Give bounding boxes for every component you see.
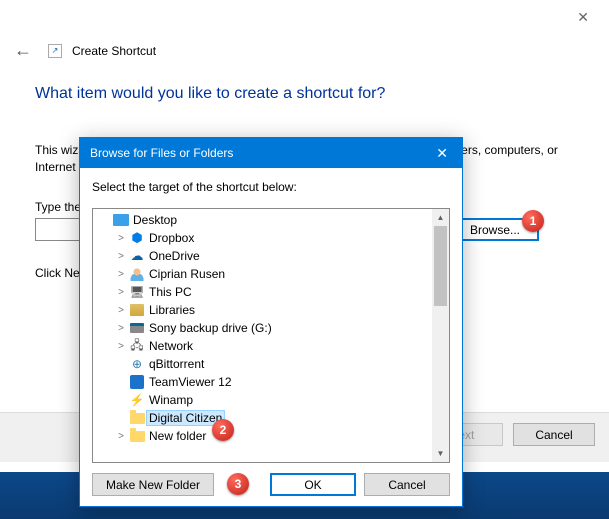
tree-item-label: This PC: [149, 285, 192, 299]
chevron-right-icon[interactable]: >: [115, 251, 127, 262]
tree-item-label: Libraries: [149, 303, 195, 317]
tree-item[interactable]: Desktop: [93, 211, 432, 229]
chevron-right-icon[interactable]: >: [115, 305, 127, 316]
close-icon[interactable]: ✕: [567, 5, 599, 30]
dialog-close-icon[interactable]: ✕: [428, 143, 456, 164]
tree-item-label: Dropbox: [149, 231, 194, 245]
dialog-cancel-button[interactable]: Cancel: [364, 473, 450, 496]
shortcut-icon: ↗: [48, 44, 62, 58]
scroll-up-icon[interactable]: ▲: [432, 209, 449, 226]
tree-item-label: Ciprian Rusen: [149, 267, 225, 281]
tree-item[interactable]: ⚡Winamp: [93, 391, 432, 409]
make-new-folder-button[interactable]: Make New Folder: [92, 473, 214, 496]
tree-item-label: Sony backup drive (G:): [149, 321, 272, 335]
back-arrow-icon[interactable]: ←: [8, 38, 38, 63]
tree-item[interactable]: >⬢Dropbox: [93, 229, 432, 247]
tree-item[interactable]: Digital Citizen: [93, 409, 432, 427]
tree-item-label: New folder: [149, 429, 206, 443]
chevron-right-icon[interactable]: >: [115, 341, 127, 352]
folder-tree[interactable]: Desktop>⬢Dropbox>☁OneDrive>Ciprian Rusen…: [92, 208, 450, 463]
tree-item-label: qBittorrent: [149, 357, 204, 371]
scroll-thumb[interactable]: [434, 226, 447, 306]
tree-item[interactable]: > Ciprian Rusen: [93, 265, 432, 283]
chevron-right-icon[interactable]: >: [115, 233, 127, 244]
scrollbar[interactable]: ▲ ▼: [432, 209, 449, 462]
chevron-right-icon[interactable]: >: [115, 323, 127, 334]
tree-item-label: Network: [149, 339, 193, 353]
wizard-heading: What item would you like to create a sho…: [35, 85, 385, 103]
tree-item-label: Desktop: [133, 213, 177, 227]
tree-item-label: Winamp: [149, 393, 193, 407]
tree-item[interactable]: > Sony backup drive (G:): [93, 319, 432, 337]
tree-item-label: TeamViewer 12: [149, 375, 232, 389]
annotation-3: 3: [227, 473, 249, 495]
ok-button[interactable]: OK: [270, 473, 356, 496]
tree-item[interactable]: ⊕qBittorrent: [93, 355, 432, 373]
chevron-right-icon[interactable]: >: [115, 431, 127, 442]
dialog-instruction: Select the target of the shortcut below:: [92, 180, 450, 194]
tree-item[interactable]: TeamViewer 12: [93, 373, 432, 391]
wizard-title: Create Shortcut: [72, 44, 156, 58]
tree-item[interactable]: > New folder: [93, 427, 432, 445]
tree-item[interactable]: > Libraries: [93, 301, 432, 319]
dialog-title: Browse for Files or Folders: [90, 146, 233, 160]
tree-item[interactable]: >☁OneDrive: [93, 247, 432, 265]
tree-item[interactable]: >🖥This PC: [93, 283, 432, 301]
tree-item[interactable]: >🖧Network: [93, 337, 432, 355]
chevron-right-icon[interactable]: >: [115, 269, 127, 280]
annotation-2: 2: [212, 419, 234, 441]
cancel-button[interactable]: Cancel: [513, 423, 595, 446]
scroll-down-icon[interactable]: ▼: [432, 445, 449, 462]
chevron-right-icon[interactable]: >: [115, 287, 127, 298]
browse-dialog: Browse for Files or Folders ✕ Select the…: [79, 137, 463, 507]
annotation-1: 1: [522, 210, 544, 232]
tree-item-label: OneDrive: [149, 249, 200, 263]
